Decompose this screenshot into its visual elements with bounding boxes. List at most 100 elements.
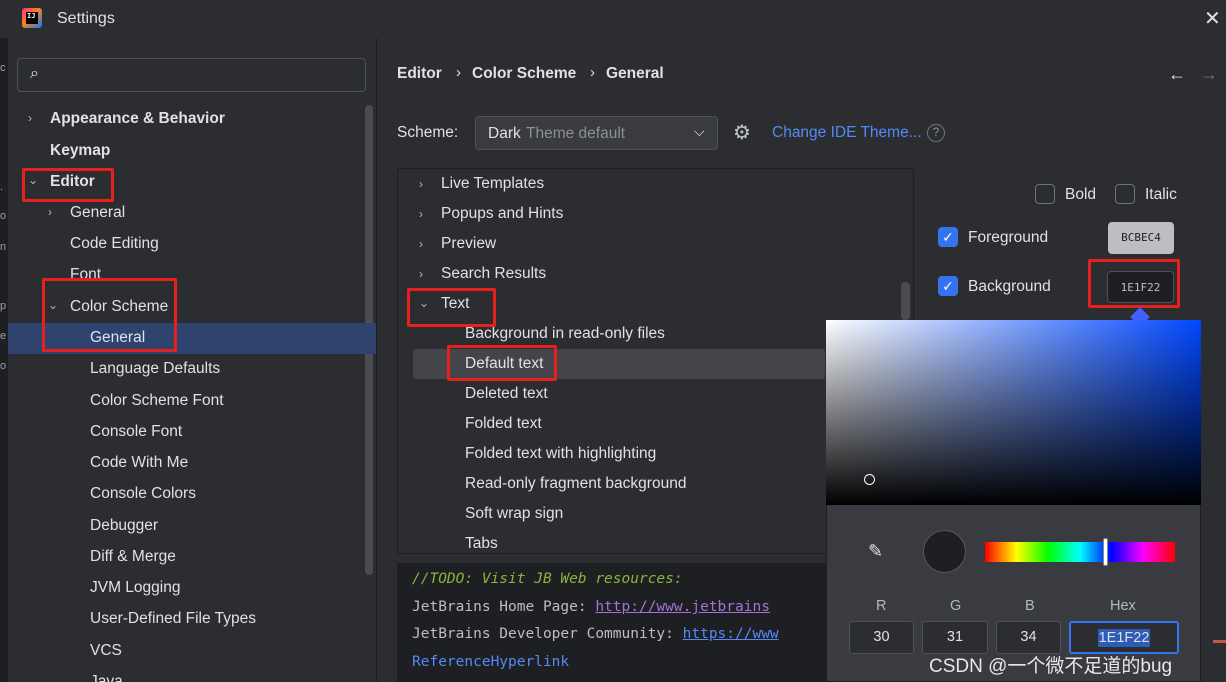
tree-item-preview[interactable]: Preview [441, 229, 496, 259]
edge-marker [1213, 640, 1226, 643]
change-ide-theme-link[interactable]: Change IDE Theme... [772, 124, 922, 142]
breadcrumb-general: General [606, 65, 664, 82]
hex-label: Hex [1110, 598, 1136, 614]
strip-char: n [0, 241, 7, 253]
italic-checkbox[interactable] [1115, 184, 1135, 204]
chevron-right-icon[interactable]: › [419, 169, 423, 199]
scheme-dropdown[interactable]: Dark Theme default ⌵ [475, 116, 718, 150]
chevron-right-icon[interactable]: › [419, 199, 423, 229]
code-preview[interactable]: //TODO: Visit JB Web resources: JetBrain… [397, 563, 827, 682]
g-label: G [950, 598, 962, 614]
b-label: B [1025, 598, 1035, 614]
strip-char: o [0, 210, 7, 222]
tree-item-soft-wrap-sign[interactable]: Soft wrap sign [465, 499, 563, 529]
help-icon[interactable]: ? [927, 124, 945, 142]
code-line: JetBrains Home Page: http://www.jetbrain… [412, 599, 770, 615]
intellij-logo-icon: IJ [22, 8, 42, 28]
annotation-box-default-text [447, 345, 557, 381]
background-editor-strip: c . o n p e o [0, 38, 8, 682]
color-preview-circle [923, 530, 966, 573]
sidebar-item-diff-merge[interactable]: Diff & Merge [90, 541, 176, 572]
code-reference-hyperlink[interactable]: ReferenceHyperlink [412, 654, 569, 670]
background-checkbox[interactable]: ✓ [938, 276, 958, 296]
code-text: JetBrains Home Page: [412, 599, 596, 615]
saturation-value-area[interactable] [826, 320, 1201, 505]
sidebar-item-language-defaults[interactable]: Language Defaults [90, 353, 220, 384]
forward-arrow-icon[interactable]: → [1200, 64, 1218, 85]
attributes-tree-scrollbar[interactable] [901, 282, 910, 320]
strip-char: c [0, 62, 6, 74]
italic-label: Italic [1145, 186, 1177, 203]
sidebar-item-code-editing[interactable]: Code Editing [70, 228, 159, 259]
annotation-box-text [407, 288, 496, 327]
tree-item-popups-hints[interactable]: Popups and Hints [441, 199, 563, 229]
hex-value: 1E1F22 [1097, 629, 1151, 647]
tree-item-readonly-fragment-bg[interactable]: Read-only fragment background [465, 469, 686, 499]
chevron-right-icon[interactable]: › [28, 103, 32, 134]
close-icon[interactable]: ✕ [1204, 6, 1221, 31]
sidebar-item-vcs[interactable]: VCS [90, 635, 122, 666]
breadcrumb-separator: › [456, 64, 461, 81]
tree-item-folded-text[interactable]: Folded text [465, 409, 542, 439]
background-label: Background [968, 278, 1051, 295]
sidebar-item-keymap[interactable]: Keymap [50, 135, 110, 166]
code-hyperlink[interactable]: http://www.jetbrains [595, 599, 770, 615]
window-title: Settings [57, 10, 115, 27]
foreground-color-swatch[interactable]: BCBEC4 [1108, 222, 1174, 254]
strip-char: . [0, 181, 4, 193]
sidebar-item-console-colors[interactable]: Console Colors [90, 478, 196, 509]
code-todo-comment: //TODO: Visit JB Web resources: [412, 571, 683, 587]
annotation-box-background-swatch [1088, 259, 1180, 308]
scheme-value: Dark [488, 125, 521, 142]
settings-search[interactable]: ⌕ [17, 58, 366, 92]
scheme-value-sub: Theme default [526, 125, 626, 142]
sidebar-item-jvm-logging[interactable]: JVM Logging [90, 572, 180, 603]
hue-slider-thumb[interactable] [1103, 538, 1108, 566]
r-label: R [876, 598, 887, 614]
search-icon: ⌕ [30, 65, 39, 82]
breadcrumb-color-scheme[interactable]: Color Scheme [472, 65, 576, 83]
bold-label: Bold [1065, 186, 1097, 203]
tree-item-live-templates[interactable]: Live Templates [441, 169, 544, 199]
tree-item-tabs[interactable]: Tabs [465, 529, 498, 559]
hex-input[interactable]: 1E1F22 [1069, 621, 1179, 654]
foreground-label: Foreground [968, 229, 1049, 246]
tree-item-search-results[interactable]: Search Results [441, 259, 546, 289]
sidebar-item-appearance-behavior[interactable]: Appearance & Behavior [50, 103, 225, 134]
g-input[interactable]: 31 [922, 621, 988, 654]
tree-item-folded-text-highlighting[interactable]: Folded text with highlighting [465, 439, 656, 469]
breadcrumb-separator: › [590, 64, 595, 81]
back-arrow-icon[interactable]: ← [1168, 64, 1186, 85]
saturation-value-handle[interactable] [864, 474, 875, 485]
chevron-right-icon[interactable]: › [419, 259, 423, 289]
search-input[interactable] [56, 65, 356, 85]
sidebar-item-code-with-me[interactable]: Code With Me [90, 447, 188, 478]
scheme-label: Scheme: [397, 124, 459, 141]
strip-char: o [0, 360, 7, 372]
title-bar [0, 0, 1226, 38]
bold-checkbox[interactable] [1035, 184, 1055, 204]
breadcrumb-editor[interactable]: Editor [397, 65, 442, 83]
sidebar-item-java[interactable]: Java [90, 666, 123, 682]
sidebar-item-debugger[interactable]: Debugger [90, 510, 158, 541]
eyedropper-icon[interactable]: ✎ [868, 541, 883, 562]
sidebar-item-user-defined-file-types[interactable]: User-Defined File Types [90, 603, 256, 634]
tree-item-deleted-text[interactable]: Deleted text [465, 379, 548, 409]
code-hyperlink[interactable]: https://www [683, 626, 779, 642]
hue-slider[interactable] [985, 542, 1175, 562]
foreground-checkbox[interactable]: ✓ [938, 227, 958, 247]
strip-char: e [0, 330, 7, 342]
sidebar-item-color-scheme-font[interactable]: Color Scheme Font [90, 385, 224, 416]
strip-char: p [0, 300, 7, 312]
watermark: CSDN @一个微不足道的bug [929, 656, 1173, 677]
annotation-box-editor [22, 168, 114, 202]
annotation-box-color-scheme [42, 278, 177, 352]
chevron-right-icon[interactable]: › [419, 229, 423, 259]
sidebar-item-console-font[interactable]: Console Font [90, 416, 182, 447]
r-input[interactable]: 30 [849, 621, 914, 654]
code-text: JetBrains Developer Community: [412, 626, 683, 642]
gear-icon[interactable]: ⚙ [733, 120, 751, 145]
code-line: JetBrains Developer Community: https://w… [412, 626, 779, 642]
b-input[interactable]: 34 [996, 621, 1061, 654]
chevron-down-icon: ⌵ [694, 123, 705, 139]
